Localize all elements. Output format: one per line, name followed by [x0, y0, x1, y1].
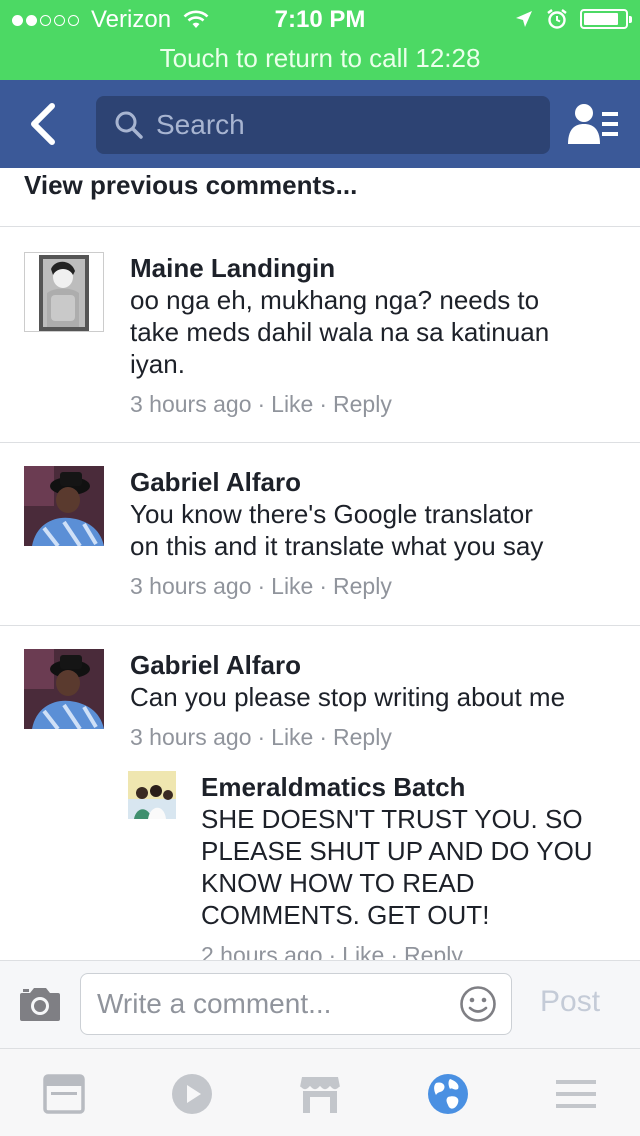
reply-text-line: KNOW HOW TO READ	[201, 868, 475, 898]
battery-level	[584, 13, 618, 25]
menu-icon[interactable]	[554, 1073, 598, 1115]
video-play-icon[interactable]	[170, 1073, 214, 1115]
return-to-call-banner[interactable]: Touch to return to call 12:28	[0, 40, 640, 80]
comment-text-line: Can you please stop writing about me	[130, 682, 566, 712]
comment-input[interactable]: Write a comment...	[80, 973, 512, 1035]
facebook-comments-screen: Verizon 7:10 PM Touch to return to call …	[0, 0, 640, 1136]
comment-meta: 3 hours ago · Like · Reply	[130, 388, 630, 420]
reply-text-line: COMMENTS. GET OUT!	[201, 900, 490, 930]
navbar: Search	[0, 80, 640, 168]
separator-dot: ·	[390, 942, 399, 960]
news-feed-icon[interactable]	[42, 1073, 86, 1115]
friend-requests-icon[interactable]	[568, 102, 620, 146]
search-input[interactable]: Search	[96, 96, 550, 154]
comment-author[interactable]: Gabriel Alfaro	[130, 649, 630, 681]
reply-button[interactable]: Reply	[333, 724, 392, 750]
comment-composer: Write a comment... Post	[0, 960, 640, 1048]
like-button[interactable]: Like	[271, 573, 313, 599]
like-button[interactable]: Like	[271, 724, 313, 750]
reply-button[interactable]: Reply	[404, 942, 463, 960]
alarm-icon	[547, 9, 567, 29]
divider	[0, 226, 640, 227]
comment-body: Gabriel Alfaro You know there's Google t…	[130, 466, 630, 602]
comment-text-line: take meds dahil wala na sa katinuan	[130, 317, 550, 347]
reply-meta: 2 hours ago · Like · Reply	[201, 939, 631, 960]
reply-timestamp[interactable]: 2 hours ago	[201, 942, 322, 960]
reply-author[interactable]: Emeraldmatics Batch	[201, 771, 631, 803]
status-right	[514, 8, 632, 30]
separator-dot: ·	[257, 573, 266, 599]
marketplace-icon[interactable]	[298, 1073, 342, 1115]
view-previous-comments-link[interactable]: View previous comments...	[24, 170, 357, 201]
avatar[interactable]	[24, 649, 104, 729]
comment-timestamp[interactable]: 3 hours ago	[130, 724, 251, 750]
comments-list: View previous comments... Maine Landingi…	[0, 168, 640, 960]
comment-timestamp[interactable]: 3 hours ago	[130, 573, 251, 599]
separator-dot: ·	[319, 573, 328, 599]
avatar[interactable]	[24, 466, 104, 546]
comment-author[interactable]: Maine Landingin	[130, 252, 630, 284]
comment-body: Gabriel Alfaro Can you please stop writi…	[130, 649, 630, 753]
tab-bar	[0, 1048, 640, 1136]
comment-meta: 3 hours ago · Like · Reply	[130, 570, 630, 602]
comment-timestamp[interactable]: 3 hours ago	[130, 391, 251, 417]
reply-button[interactable]: Reply	[333, 391, 392, 417]
post-button[interactable]: Post	[540, 985, 600, 1019]
back-button[interactable]	[24, 102, 64, 146]
separator-dot: ·	[257, 391, 266, 417]
comment-meta: 3 hours ago · Like · Reply	[130, 721, 630, 753]
battery-icon	[580, 9, 632, 29]
separator-dot: ·	[257, 724, 266, 750]
comment-text-line: on this and it translate what you say	[130, 531, 544, 561]
reply-text-line: PLEASE SHUT UP AND DO YOU	[201, 836, 593, 866]
comment-text-line: iyan.	[130, 349, 185, 379]
reply-text-line: SHE DOESN'T TRUST YOU. SO	[201, 804, 583, 834]
comment-placeholder: Write a comment...	[97, 988, 332, 1019]
reply-body: Emeraldmatics Batch SHE DOESN'T TRUST YO…	[201, 771, 631, 960]
avatar[interactable]	[24, 252, 104, 332]
divider	[0, 625, 640, 626]
reply-button[interactable]: Reply	[333, 573, 392, 599]
emoji-icon[interactable]	[459, 985, 497, 1023]
like-button[interactable]: Like	[271, 391, 313, 417]
comment-body: Maine Landingin oo nga eh, mukhang nga? …	[130, 252, 630, 420]
like-button[interactable]: Like	[342, 942, 384, 960]
separator-dot: ·	[328, 942, 337, 960]
globe-notifications-icon[interactable]	[426, 1073, 470, 1115]
separator-dot: ·	[319, 391, 328, 417]
search-icon	[115, 111, 143, 139]
avatar[interactable]	[128, 771, 176, 819]
camera-icon[interactable]	[18, 985, 62, 1023]
comment-author[interactable]: Gabriel Alfaro	[130, 466, 630, 498]
comment-text-line: oo nga eh, mukhang nga? needs to	[130, 285, 540, 315]
separator-dot: ·	[319, 724, 328, 750]
search-placeholder: Search	[156, 109, 245, 140]
divider	[0, 442, 640, 443]
status-bar: Verizon 7:10 PM	[0, 0, 640, 40]
location-arrow-icon	[516, 11, 532, 27]
comment-text-line: You know there's Google translator	[130, 499, 533, 529]
